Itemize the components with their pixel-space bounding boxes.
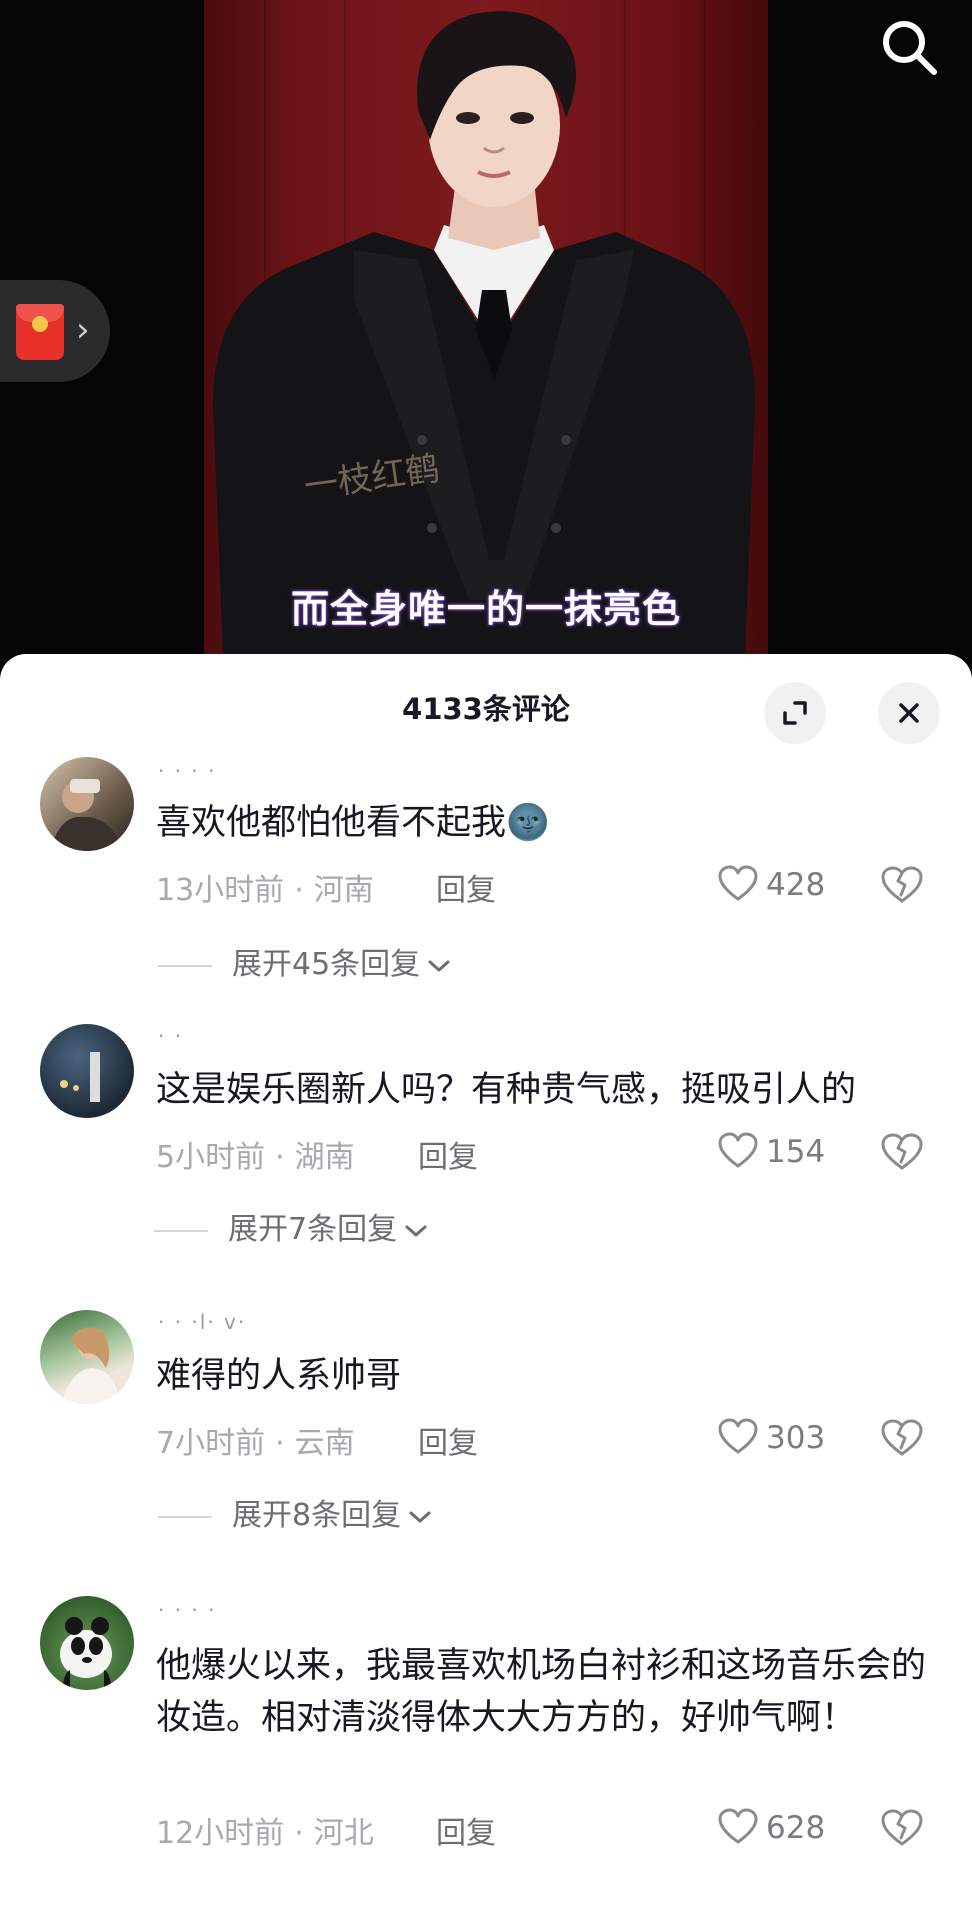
comment-text: 难得的人系帅哥 bbox=[156, 1356, 402, 1396]
dislike-button[interactable] bbox=[880, 1808, 924, 1852]
expand-replies-button[interactable]: 展开7条回复 bbox=[154, 1204, 429, 1248]
expand-sheet-button[interactable] bbox=[764, 682, 826, 744]
heart-outline-icon bbox=[718, 1808, 758, 1844]
avatar[interactable] bbox=[40, 1596, 134, 1690]
like-count: 154 bbox=[766, 1134, 826, 1170]
broken-heart-icon bbox=[881, 1133, 923, 1170]
comment-username[interactable]: · · · · bbox=[158, 759, 217, 783]
avatar[interactable] bbox=[40, 757, 134, 851]
expand-replies-button[interactable]: 展开45条回复 bbox=[158, 939, 452, 983]
close-icon bbox=[899, 703, 919, 723]
comment-text: 这是娱乐圈新人吗？有种贵气感，挺吸引人的 bbox=[156, 1070, 857, 1110]
reply-button[interactable]: 回复 bbox=[436, 1808, 496, 1852]
comment-count-title: 4133条评论 bbox=[402, 692, 570, 726]
broken-heart-icon bbox=[881, 1419, 923, 1456]
reply-button[interactable]: 回复 bbox=[436, 865, 496, 909]
like-count: 303 bbox=[766, 1420, 826, 1456]
heart-outline-icon bbox=[718, 1418, 758, 1454]
video-frame[interactable]: 一枝红鹤 而全身唯一的一抹亮色 bbox=[204, 0, 768, 680]
red-packet-tab[interactable]: › bbox=[0, 280, 110, 382]
close-sheet-button[interactable] bbox=[878, 682, 940, 744]
comment-text: 他爆火以来，我最喜欢机场白衬衫和这场音乐会的妆造。相对清淡得体大大方方的，好帅气… bbox=[156, 1646, 927, 1738]
broken-heart-icon bbox=[881, 1809, 923, 1846]
dislike-button[interactable] bbox=[880, 1418, 924, 1462]
comment-location: 河南 bbox=[313, 873, 374, 908]
comment-meta: 7小时前 · 云南 bbox=[156, 1426, 355, 1461]
comment-time: 5小时前 bbox=[156, 1140, 266, 1175]
reply-button[interactable]: 回复 bbox=[418, 1132, 478, 1176]
video-subtitle: 而全身唯一的一抹亮色 bbox=[290, 587, 681, 631]
comment-time: 13小时前 bbox=[156, 873, 285, 908]
expand-icon bbox=[783, 701, 807, 725]
chevron-down-icon bbox=[405, 1225, 427, 1237]
comment-text: 喜欢他都怕他看不起我🌚 bbox=[156, 803, 550, 843]
like-count: 628 bbox=[766, 1810, 826, 1846]
comment-username[interactable]: · · ·l· v· bbox=[158, 1310, 246, 1334]
comment-meta: 13小时前 · 河南 bbox=[156, 873, 374, 908]
comment-username[interactable]: · · bbox=[158, 1024, 183, 1048]
comment-meta: 5小时前 · 湖南 bbox=[156, 1140, 355, 1175]
chevron-down-icon bbox=[409, 1511, 431, 1523]
avatar[interactable] bbox=[40, 1310, 134, 1404]
comment-sheet: 4133条评论 · · · · 喜欢他都怕他看不起我🌚 13小时前 · 河南 回复 … bbox=[0, 654, 972, 1914]
comment-location: 湖南 bbox=[294, 1140, 355, 1175]
like-count: 428 bbox=[766, 867, 826, 903]
heart-outline-icon bbox=[718, 1132, 758, 1168]
comment-meta: 12小时前 · 河北 bbox=[156, 1816, 374, 1851]
expand-replies-label: 展开8条回复 bbox=[232, 1498, 402, 1533]
chevron-down-icon bbox=[428, 960, 450, 972]
broken-heart-icon bbox=[881, 866, 923, 903]
expand-replies-button[interactable]: 展开8条回复 bbox=[158, 1490, 433, 1534]
search-icon bbox=[883, 21, 937, 75]
dislike-button[interactable] bbox=[880, 865, 924, 909]
search-button[interactable] bbox=[876, 14, 942, 80]
avatar[interactable] bbox=[40, 1024, 134, 1118]
reply-button[interactable]: 回复 bbox=[418, 1418, 478, 1462]
expand-replies-label: 展开45条回复 bbox=[232, 947, 421, 982]
video-player[interactable]: 一枝红鹤 而全身唯一的一抹亮色 › bbox=[0, 0, 972, 680]
heart-outline-icon bbox=[718, 865, 758, 901]
comment-time: 7小时前 bbox=[156, 1426, 266, 1461]
comment-location: 云南 bbox=[294, 1426, 355, 1461]
chevron-right-icon: › bbox=[76, 310, 90, 350]
comment-username[interactable]: · · · · bbox=[158, 1598, 217, 1622]
red-packet-icon bbox=[16, 304, 64, 360]
comment-location: 河北 bbox=[313, 1816, 374, 1851]
comment-time: 12小时前 bbox=[156, 1816, 285, 1851]
expand-replies-label: 展开7条回复 bbox=[228, 1212, 398, 1247]
dislike-button[interactable] bbox=[880, 1132, 924, 1176]
